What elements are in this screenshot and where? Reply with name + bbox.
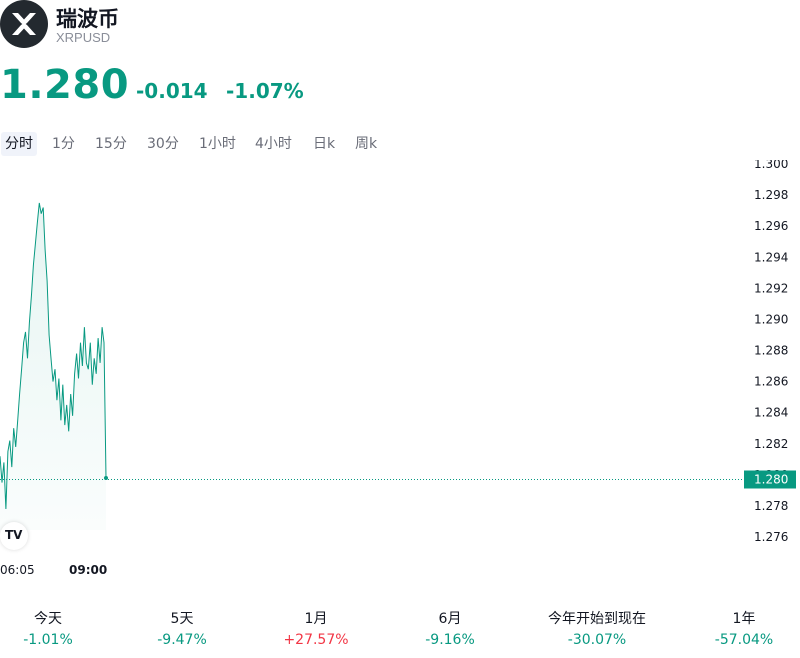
price-change: -0.014 [136,79,208,103]
y-tick-label: 1.288 [754,344,788,358]
tradingview-logo-icon[interactable]: TV [0,522,28,550]
period-value: -1.01% [23,632,73,648]
period-6-months[interactable]: 6月 -9.16% [390,608,510,650]
period-5-days[interactable]: 5天 -9.47% [122,608,242,650]
asset-title: 瑞波币 [56,7,119,31]
tab-4hour[interactable]: 4小时 [251,132,296,156]
tab-timeshare[interactable]: 分时 [1,132,37,156]
y-tick-label: 1.278 [754,499,788,513]
period-1-year[interactable]: 1年 -57.04% [684,608,800,650]
period-value: -57.04% [714,632,774,648]
y-tick-label: 1.294 [754,250,788,264]
x-axis-label: 09:00 [69,563,107,577]
period-label: 1月 [304,611,328,627]
tab-daily[interactable]: 日k [309,132,339,156]
period-ytd[interactable]: 今年开始到现在 -30.07% [537,608,657,650]
asset-ticker: XRPUSD [56,30,111,45]
xrp-logo-icon [0,0,48,48]
period-label: 今天 [34,611,62,627]
period-value: -9.16% [425,632,475,648]
period-value: +27.57% [283,632,349,648]
tab-weekly[interactable]: 周k [351,132,381,156]
period-value: -30.07% [567,632,627,648]
period-today[interactable]: 今天 -1.01% [0,608,108,650]
last-price-label: 1.280 [754,472,788,486]
x-axis-label: 06:05 [0,563,35,577]
y-tick-label: 1.298 [754,188,788,202]
performance-periods: 今天 -1.01% 5天 -9.47% 1月 +27.57% 6月 -9.16%… [0,608,800,656]
tab-15min[interactable]: 15分 [91,132,131,156]
tab-30min[interactable]: 30分 [143,132,183,156]
series-area [0,202,106,530]
period-label: 5天 [170,611,194,627]
header: 瑞波币 XRPUSD [0,0,800,50]
y-tick-label: 1.296 [754,219,788,233]
last-price-point [104,475,108,480]
y-tick-label: 1.286 [754,375,788,389]
current-price: 1.280 [0,62,130,108]
y-tick-label: 1.282 [754,437,788,451]
period-label: 今年开始到现在 [548,611,646,627]
tab-1min[interactable]: 1分 [48,132,79,156]
y-tick-label: 1.276 [754,530,788,544]
y-tick-label: 1.290 [754,312,788,326]
interval-tabs: 分时 1分 15分 30分 1小时 4小时 日k 周k [0,132,800,156]
period-value: -9.47% [157,632,207,648]
period-label: 6月 [438,611,462,627]
period-label: 1年 [732,611,756,627]
period-1-month[interactable]: 1月 +27.57% [256,608,376,650]
price-chart[interactable]: 1.300 1.298 1.296 1.294 1.292 1.290 1.288 1.286… [0,160,800,600]
quote-summary: 1.280 -0.014 -1.07% [0,62,800,112]
y-tick-label: 1.300 [754,160,788,171]
y-tick-label: 1.284 [754,406,788,420]
y-tick-label: 1.292 [754,281,788,295]
tab-1hour[interactable]: 1小时 [195,132,240,156]
price-change-percent: -1.07% [226,79,304,103]
